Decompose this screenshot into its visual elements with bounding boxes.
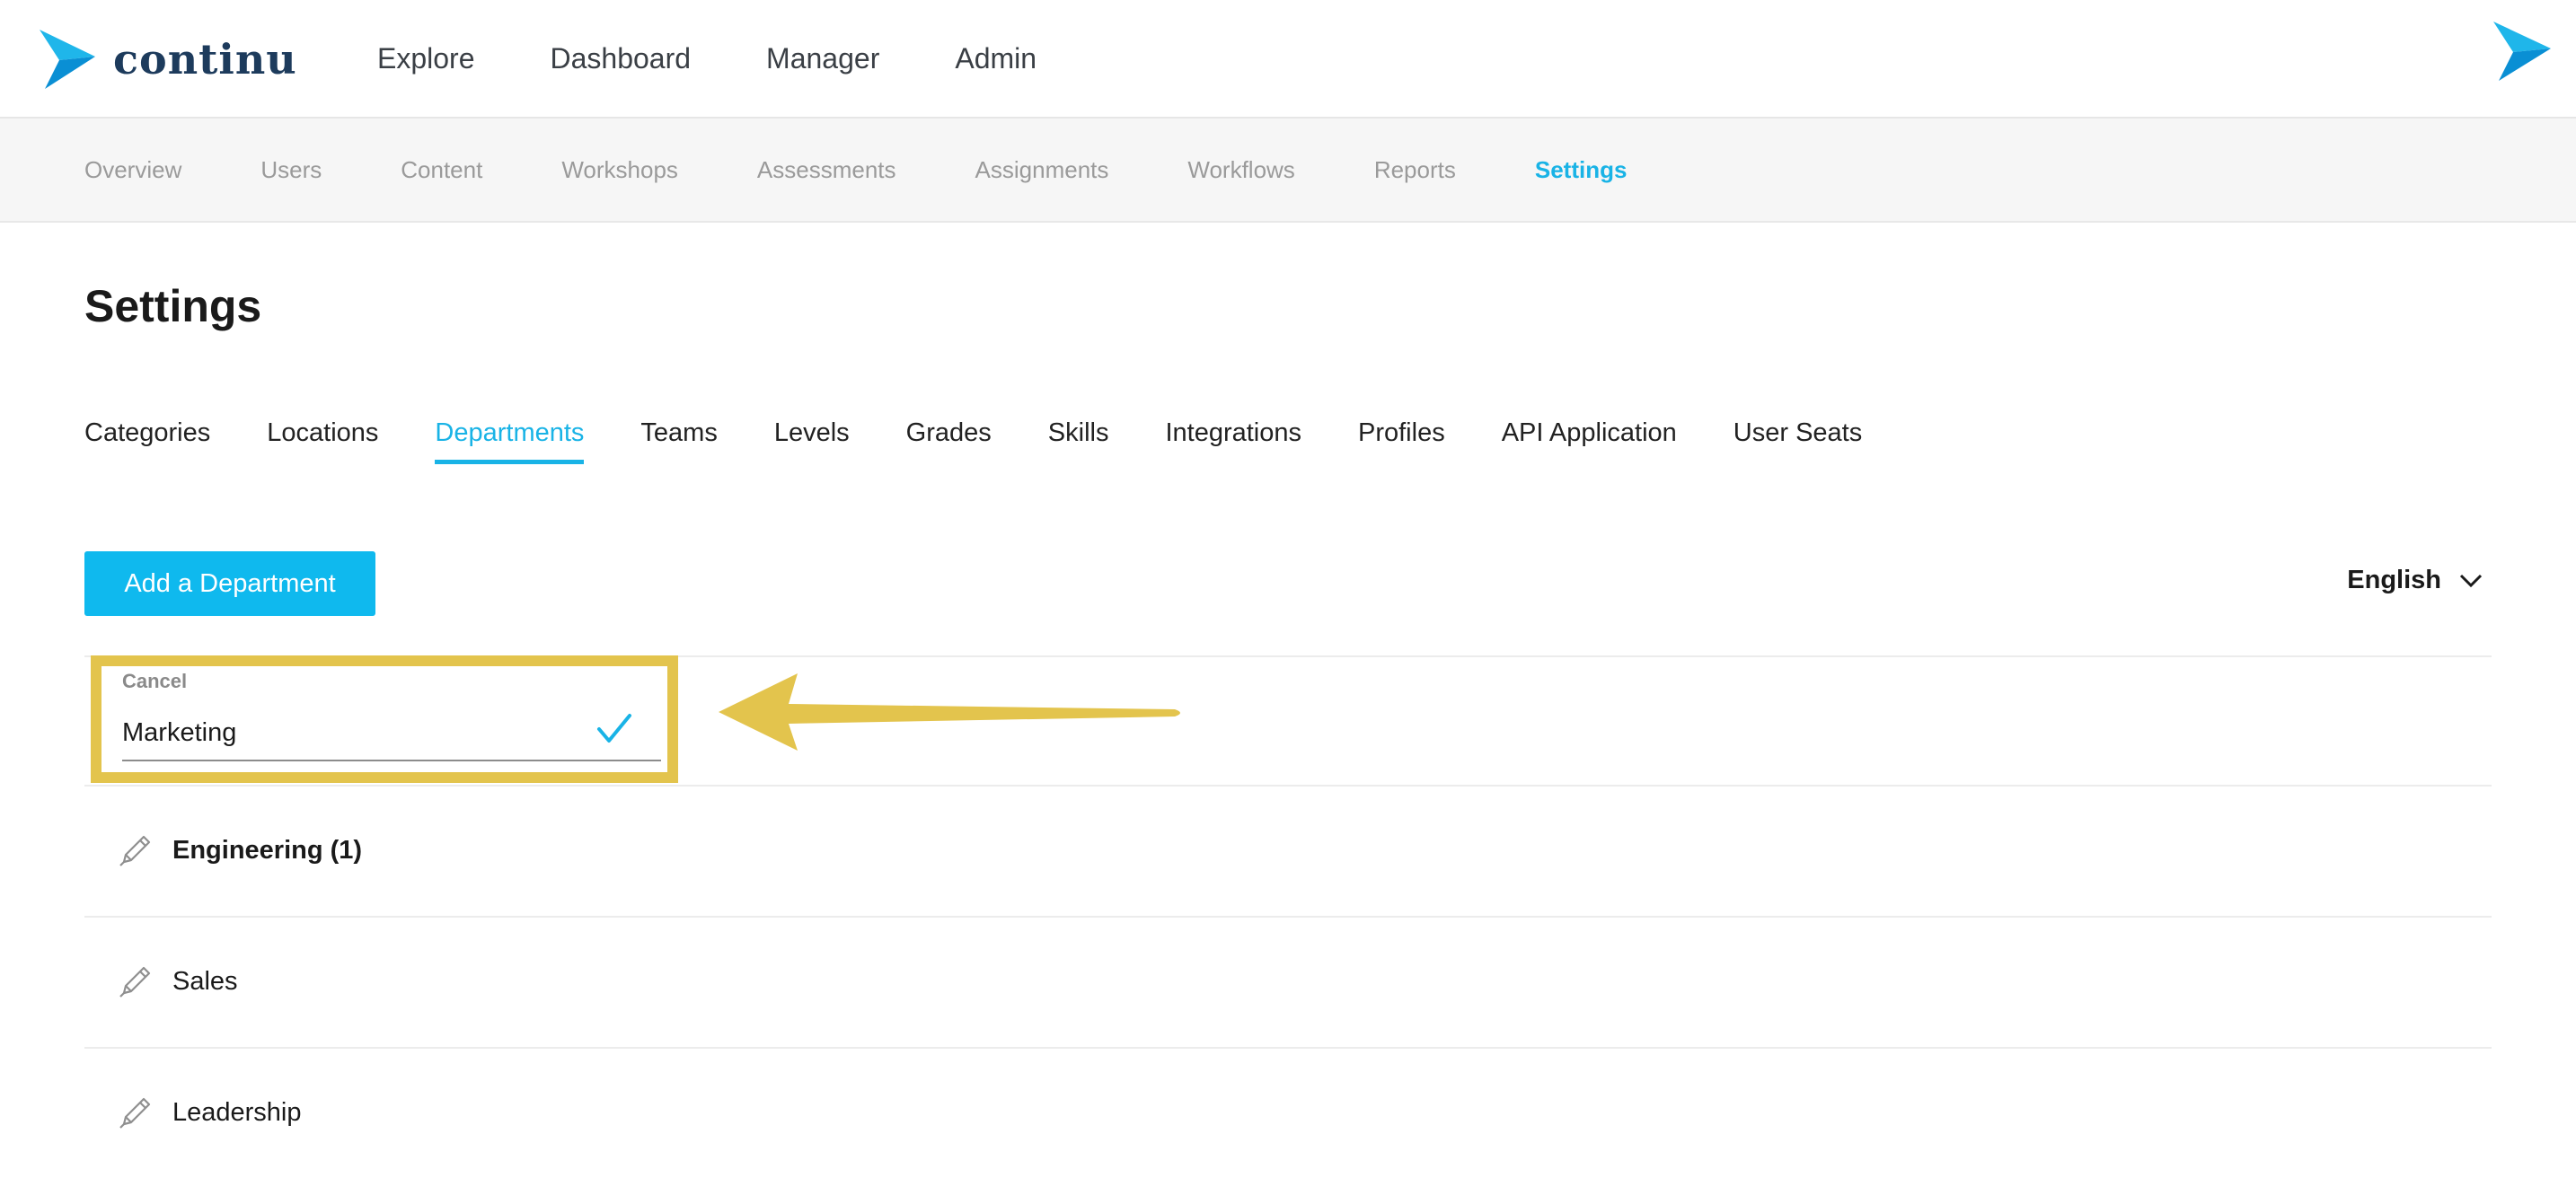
department-name-input[interactable]	[122, 706, 661, 761]
subnav-workshops[interactable]: Workshops	[561, 156, 678, 184]
subnav-workflows[interactable]: Workflows	[1187, 156, 1294, 184]
admin-sub-nav: Overview Users Content Workshops Assessm…	[0, 119, 2576, 223]
corner-logo-icon[interactable]	[2493, 22, 2551, 85]
subnav-reports[interactable]: Reports	[1374, 156, 1456, 184]
nav-dashboard[interactable]: Dashboard	[551, 42, 692, 75]
tab-grades[interactable]: Grades	[906, 418, 992, 464]
cancel-edit-link[interactable]: Cancel	[122, 670, 187, 693]
pencil-icon[interactable]	[117, 1094, 154, 1131]
subnav-assignments[interactable]: Assignments	[975, 156, 1109, 184]
nav-admin[interactable]: Admin	[955, 42, 1037, 75]
tab-integrations[interactable]: Integrations	[1165, 418, 1301, 464]
tab-locations[interactable]: Locations	[267, 418, 378, 464]
tab-departments[interactable]: Departments	[435, 418, 585, 464]
tab-profiles[interactable]: Profiles	[1358, 418, 1445, 464]
list-item: Leadership	[84, 1047, 2492, 1178]
page-title: Settings	[84, 281, 262, 331]
top-navigation-bar: continu Explore Dashboard Manager Admin	[0, 0, 2576, 119]
settings-tabs: Categories Locations Departments Teams L…	[84, 418, 1919, 464]
language-select-value: English	[2347, 566, 2441, 594]
subnav-content[interactable]: Content	[401, 156, 482, 184]
arrow-annotation-icon	[719, 673, 1180, 751]
pencil-icon[interactable]	[117, 963, 154, 1000]
brand-name: continu	[113, 35, 297, 84]
department-name: Leadership	[172, 1097, 302, 1127]
main-nav: Explore Dashboard Manager Admin	[377, 0, 1112, 117]
language-select[interactable]: English	[2347, 566, 2483, 595]
subnav-assessments[interactable]: Assessments	[757, 156, 896, 184]
check-icon[interactable]	[596, 713, 632, 745]
continu-mark-icon	[2493, 22, 2551, 81]
pencil-icon[interactable]	[117, 831, 154, 869]
nav-manager[interactable]: Manager	[766, 42, 879, 75]
department-name: Sales	[172, 966, 238, 996]
tab-skills[interactable]: Skills	[1048, 418, 1109, 464]
list-item: Sales	[84, 916, 2492, 1047]
subnav-overview[interactable]: Overview	[84, 156, 181, 184]
list-item: Engineering (1)	[84, 785, 2492, 916]
department-name: Engineering (1)	[172, 835, 363, 865]
chevron-down-icon	[2459, 574, 2483, 587]
continu-logo-icon	[40, 30, 95, 89]
tab-user-seats[interactable]: User Seats	[1734, 418, 1862, 464]
subnav-settings[interactable]: Settings	[1535, 156, 1628, 184]
tab-teams[interactable]: Teams	[640, 418, 717, 464]
add-department-button[interactable]: Add a Department	[84, 551, 375, 616]
subnav-users[interactable]: Users	[260, 156, 322, 184]
brand-logo[interactable]: continu	[40, 27, 297, 92]
tab-api-application[interactable]: API Application	[1502, 418, 1677, 464]
tab-categories[interactable]: Categories	[84, 418, 210, 464]
tab-levels[interactable]: Levels	[774, 418, 850, 464]
nav-explore[interactable]: Explore	[377, 42, 475, 75]
